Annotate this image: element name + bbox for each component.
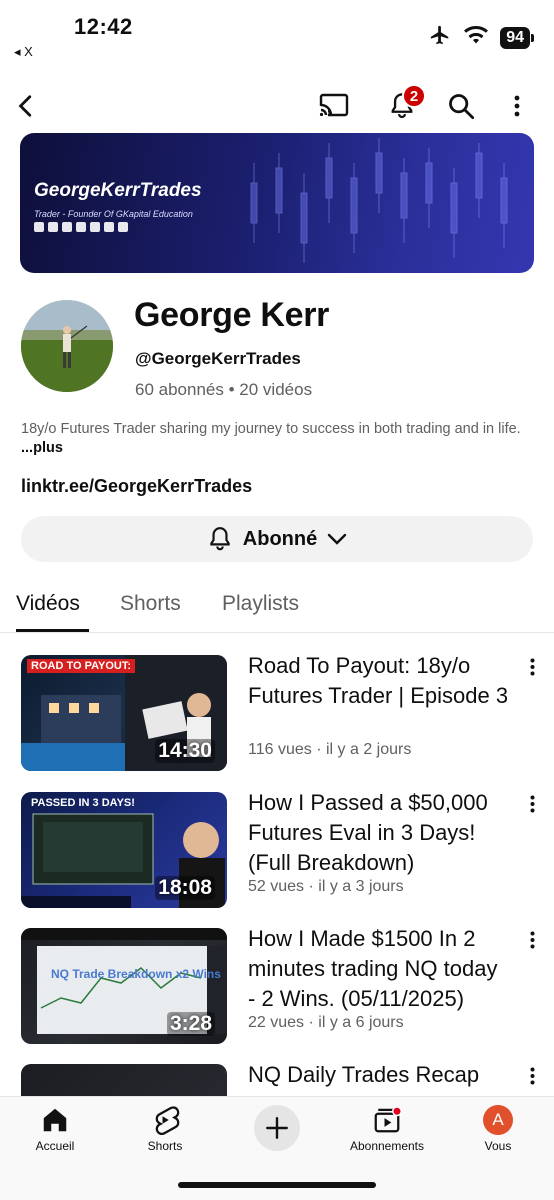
video-item[interactable]: NQ Trade Breakdown x2 Wins 3:28 How I Ma… — [0, 926, 554, 1046]
video-title[interactable]: How I Made $1500 In 2 minutes trading NQ… — [248, 924, 510, 1014]
subscriber-count: 60 abonnés — [135, 380, 224, 399]
search-icon — [449, 94, 475, 120]
notifications-button[interactable]: 2 — [384, 84, 426, 124]
banner-title: GeorgeKerrTrades — [34, 180, 202, 201]
more-vertical-icon — [514, 95, 520, 117]
brand-icon — [118, 222, 128, 232]
brand-icon — [90, 222, 100, 232]
channel-avatar[interactable] — [21, 300, 113, 392]
more-vertical-icon — [530, 795, 534, 813]
video-item[interactable]: ROAD TO PAYOUT: 14:30 Road To Payout: 18… — [0, 653, 554, 773]
stats-separator: • — [228, 380, 240, 399]
nav-shorts-label: Shorts — [147, 1139, 183, 1153]
account-avatar: A — [483, 1105, 513, 1135]
channel-stats: 60 abonnés • 20 vidéos — [135, 380, 312, 400]
channel-tabs: Vidéos Shorts Playlists — [0, 580, 554, 633]
active-tab-indicator — [16, 629, 89, 632]
instagram-icon — [48, 222, 58, 232]
nav-home[interactable]: Accueil — [0, 1105, 110, 1153]
chevron-down-icon — [328, 533, 347, 545]
nav-you[interactable]: A Vous — [443, 1105, 553, 1153]
plus-icon — [266, 1117, 288, 1139]
more-vertical-icon — [530, 658, 534, 676]
golfer-photo — [21, 300, 113, 392]
home-icon — [43, 1108, 67, 1132]
tiktok-icon — [76, 222, 86, 232]
status-bar: 12:42 ◂ X 94 — [0, 0, 554, 80]
channel-external-link[interactable]: linktr.ee/GeorgeKerrTrades — [21, 476, 252, 497]
cast-icon — [318, 93, 349, 120]
video-thumbnail[interactable]: PASSED IN 3 DAYS! 18:08 — [21, 792, 227, 908]
video-title[interactable]: NQ Daily Trades Recap — [248, 1060, 510, 1090]
thumbnail-caption: PASSED IN 3 DAYS! — [31, 797, 135, 809]
subscriptions-icon — [374, 1106, 402, 1133]
thumbnail-caption: ROAD TO PAYOUT: — [27, 659, 136, 673]
subscribed-label: Abonné — [242, 527, 318, 550]
channel-description[interactable]: 18y/o Futures Trader sharing my journey … — [21, 420, 521, 458]
more-vertical-icon — [530, 931, 534, 949]
video-more-button[interactable] — [520, 1064, 544, 1088]
youtube-icon — [34, 222, 44, 232]
nav-home-label: Accueil — [35, 1139, 75, 1153]
x-icon — [62, 222, 72, 232]
subscribed-button[interactable]: Abonné — [21, 516, 533, 562]
video-duration: 18:08 — [155, 876, 215, 900]
nav-you-label: Vous — [484, 1139, 512, 1153]
description-text: 18y/o Futures Trader sharing my journey … — [21, 421, 521, 437]
back-arrow-icon — [18, 95, 32, 117]
wifi-icon — [464, 25, 489, 50]
back-button[interactable] — [8, 88, 44, 124]
video-meta: 22 vues · il y a 6 jours — [248, 1014, 404, 1031]
status-icons: 94 — [428, 24, 534, 51]
nav-shorts[interactable]: Shorts — [110, 1105, 220, 1153]
more-vertical-icon — [530, 1067, 534, 1085]
video-more-button[interactable] — [520, 792, 544, 816]
nav-subscriptions-label: Abonnements — [349, 1139, 425, 1153]
channel-handle: @GeorgeKerrTrades — [135, 349, 301, 368]
description-more-link[interactable]: ...plus — [21, 440, 63, 456]
more-options-button[interactable] — [499, 88, 535, 124]
notification-badge: 2 — [402, 84, 426, 108]
airplane-icon — [428, 24, 452, 51]
shorts-icon — [155, 1106, 180, 1135]
home-indicator[interactable] — [178, 1182, 376, 1188]
video-meta: 116 vues · il y a 2 jours — [248, 741, 412, 758]
video-duration: 14:30 — [155, 739, 215, 763]
video-thumbnail[interactable]: NQ Trade Breakdown x2 Wins 3:28 — [21, 928, 227, 1044]
bell-icon — [210, 527, 230, 551]
video-item[interactable]: PASSED IN 3 DAYS! 18:08 How I Passed a $… — [0, 790, 554, 910]
cast-button[interactable] — [316, 88, 352, 124]
search-button[interactable] — [443, 88, 479, 124]
thumbnail-caption: NQ Trade Breakdown x2 Wins — [51, 967, 221, 981]
video-title[interactable]: How I Passed a $50,000 Futures Eval in 3… — [248, 788, 510, 878]
back-to-app-link[interactable]: ◂ X — [14, 44, 33, 60]
create-button[interactable] — [254, 1105, 300, 1151]
tab-videos[interactable]: Vidéos — [16, 592, 80, 616]
channel-name: George Kerr — [134, 296, 330, 334]
video-title[interactable]: Road To Payout: 18y/o Futures Trader | E… — [248, 651, 510, 711]
video-meta: 52 vues · il y a 3 jours — [248, 878, 404, 895]
status-time: 12:42 — [74, 14, 133, 39]
video-duration: 3:28 — [166, 1012, 215, 1036]
channel-app-bar: 2 — [0, 84, 554, 128]
battery-indicator: 94 — [500, 26, 534, 49]
video-more-button[interactable] — [520, 928, 544, 952]
tab-playlists[interactable]: Playlists — [222, 592, 299, 616]
banner-tagline: Trader - Founder Of GKapital Education — [34, 209, 193, 219]
banner-social-icons — [34, 222, 128, 232]
channel-banner: GeorgeKerrTrades Trader - Founder Of GKa… — [20, 133, 534, 273]
tab-shorts[interactable]: Shorts — [120, 592, 181, 616]
video-thumbnail[interactable]: ROAD TO PAYOUT: 14:30 — [21, 655, 227, 771]
video-more-button[interactable] — [520, 655, 544, 679]
video-count: 20 vidéos — [239, 380, 313, 399]
nav-subscriptions[interactable]: Abonnements — [332, 1105, 442, 1153]
candlestick-pattern-image — [250, 138, 508, 263]
brand-icon — [104, 222, 114, 232]
